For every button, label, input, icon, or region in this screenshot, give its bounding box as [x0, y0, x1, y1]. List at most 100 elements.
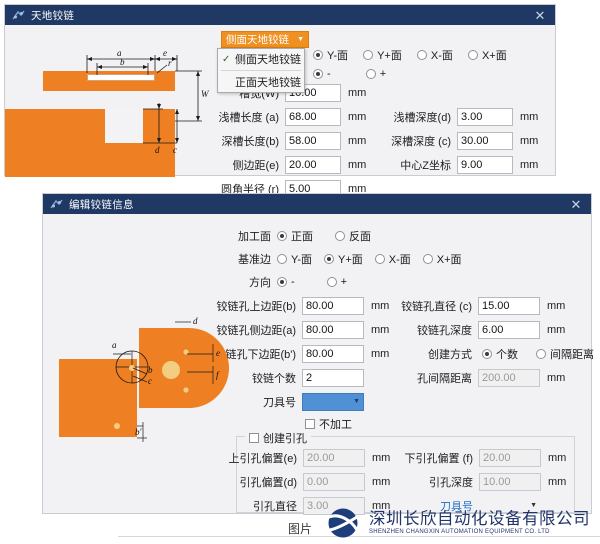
shallow-slot-depth-input[interactable] — [457, 108, 513, 126]
dialog2-body: 加工面 正面 反面 基准边 Y-面 Y+面 X-面 — [43, 214, 591, 513]
radio-datum-x-minus[interactable]: X-面 — [375, 251, 411, 267]
radio-y-plus[interactable]: Y+面 — [363, 47, 402, 63]
diagram-label-b: b — [120, 57, 125, 67]
side-margin-input[interactable] — [285, 156, 341, 174]
hinge-hole-top-margin-input[interactable] — [302, 297, 364, 315]
checkbox-box — [305, 419, 315, 429]
hinge-hole-side-margin-input[interactable] — [302, 321, 364, 339]
pilot-top-offset-input[interactable] — [303, 449, 365, 467]
dialog1-body: a e b r W d c Y-面 Y+面 X-面 X+面 — [5, 25, 555, 175]
deep-slot-length-input[interactable] — [285, 132, 341, 150]
radio-dot — [468, 50, 478, 60]
radio-direction-plus[interactable]: + — [366, 68, 386, 80]
pilot-hole-group-title: 创建引孔 — [245, 430, 311, 446]
field-hinge-hole-depth: 铰链孔深度 mm — [388, 320, 600, 339]
radio-dot — [423, 254, 433, 264]
radio-front-face[interactable]: 正面 — [277, 228, 313, 244]
diagram-dimension-lines — [5, 25, 217, 177]
radio-direction-minus[interactable]: - — [313, 68, 331, 80]
create-pilot-hole-checkbox[interactable]: 创建引孔 — [249, 430, 307, 446]
company-name-en: SHENZHEN CHANGXIN AUTOMATION EQUIPMENT C… — [369, 529, 590, 535]
direction-group: 方向 - + — [221, 272, 359, 291]
field-pilot-bottom-offset: 下引孔偏置 (f) mm — [389, 448, 566, 467]
field-pilot-depth: 引孔深度 mm — [389, 472, 566, 491]
radio-create-by-spacing[interactable]: 间隔距离 — [536, 346, 594, 362]
center-z-input[interactable] — [457, 156, 513, 174]
chevron-down-icon: ▼ — [353, 398, 360, 405]
hole-spacing-input[interactable] — [478, 369, 540, 387]
radio-dir-plus[interactable]: + — [327, 276, 347, 288]
radio-x-minus[interactable]: X-面 — [417, 47, 453, 63]
deep-slot-depth-input[interactable] — [457, 132, 513, 150]
radio-x-plus[interactable]: X+面 — [468, 47, 507, 63]
no-machining-checkbox[interactable]: 不加工 — [305, 416, 352, 432]
machining-face-group: 加工面 正面 反面 — [221, 226, 383, 245]
radio-dot — [327, 277, 337, 287]
radio-dot — [277, 254, 287, 264]
shallow-slot-length-input[interactable] — [285, 108, 341, 126]
dropdown-item-front-hinge[interactable]: 正面天地铰链 — [218, 72, 304, 92]
radio-dot — [313, 69, 323, 79]
diagram2-label-b: b — [148, 365, 153, 375]
pilot-bottom-offset-input[interactable] — [479, 449, 541, 467]
dialog1-titlebar[interactable]: 天地铰链 ✕ — [5, 5, 555, 25]
radio-datum-y-plus[interactable]: Y+面 — [324, 251, 363, 267]
radio-dot — [277, 277, 287, 287]
dialog1-title: 天地铰链 — [31, 8, 529, 23]
radio-dot — [482, 349, 492, 359]
hinge-icon — [50, 198, 63, 211]
diagram2-label-d: d — [193, 316, 198, 326]
hinge-hole-diameter-input[interactable] — [478, 297, 540, 315]
dialog2-title: 编辑铰链信息 — [69, 197, 565, 212]
hinge-hole-depth-input[interactable] — [478, 321, 540, 339]
diagram2-label-c: c — [148, 376, 152, 386]
pilot-hole-groupbox: 创建引孔 上引孔偏置(e) mm 引孔偏置(d) mm 引孔直径 mm — [236, 436, 575, 513]
dialog1-fields-right: 浅槽深度(d) mm 深槽深度 (c) mm 中心Z坐标 mm — [377, 107, 538, 179]
hinge-hole-bottom-margin-input[interactable] — [302, 345, 364, 363]
radio-dot — [335, 231, 345, 241]
diagram-label-e: e — [163, 48, 167, 58]
diagram2-label-a: a — [112, 340, 117, 350]
field-hole-spacing: 孔间隔距离 mm — [388, 368, 600, 387]
check-icon: ✓ — [222, 54, 235, 65]
dropdown-item-side-hinge[interactable]: ✓ 侧面天地铰链 — [218, 49, 304, 69]
radio-dot — [363, 50, 373, 60]
pilot-depth-input[interactable] — [479, 473, 541, 491]
diagram2-label-e: e — [216, 348, 220, 358]
dialog1-direction-radio-group: - + — [313, 68, 398, 82]
radio-datum-x-plus[interactable]: X+面 — [423, 251, 462, 267]
dialog-edit-hinge-info: 编辑铰链信息 ✕ 加工面 正面 反面 基准边 Y-面 Y+面 — [42, 193, 592, 514]
hinge-type-dropdown-button[interactable]: 侧面天地铰链 ▼ — [221, 31, 309, 48]
field-center-z: 中心Z坐标 mm — [377, 155, 538, 174]
radio-datum-y-minus[interactable]: Y-面 — [277, 251, 312, 267]
dialog-tiandi-hinge: 天地铰链 ✕ — [4, 4, 556, 176]
datum-edge-group: 基准边 Y-面 Y+面 X-面 X+面 — [221, 249, 474, 268]
radio-dot — [417, 50, 427, 60]
radio-dot — [375, 254, 385, 264]
diagram-label-d: d — [155, 145, 160, 155]
dialog2-diagram: a b c d e f b' — [51, 314, 233, 504]
tool-number-combobox[interactable]: ▼ — [302, 393, 364, 411]
image-tag-label: 图片 — [288, 520, 312, 537]
chevron-down-icon: ▼ — [297, 36, 304, 43]
hinge-count-input[interactable] — [302, 369, 364, 387]
close-icon[interactable]: ✕ — [565, 195, 587, 213]
dialog2-fields-right: 铰链孔直径 (c) mm 铰链孔深度 mm 创建方式 个数 间隔距离 — [388, 296, 600, 392]
diagram2-label-b-prime: b' — [135, 427, 141, 437]
field-deep-slot-length: 深槽长度(b) mm — [201, 131, 366, 150]
radio-dot — [277, 231, 287, 241]
diagram-label-c: c — [173, 145, 177, 155]
company-name-cn: 深圳长欣自动化设备有限公司 — [369, 511, 590, 528]
radio-create-by-count[interactable]: 个数 — [482, 346, 518, 362]
dialog2-titlebar[interactable]: 编辑铰链信息 ✕ — [43, 194, 591, 214]
radio-dot — [313, 50, 323, 60]
diagram-label-r: r — [168, 58, 172, 68]
radio-dir-minus[interactable]: - — [277, 276, 295, 288]
pilot-offset-input[interactable] — [303, 473, 365, 491]
dialog1-diagram: a e b r W d c — [5, 25, 217, 177]
field-side-margin: 侧边距(e) mm — [201, 155, 366, 174]
close-icon[interactable]: ✕ — [529, 6, 551, 24]
radio-back-face[interactable]: 反面 — [335, 228, 371, 244]
dropdown-separator — [221, 70, 301, 71]
radio-y-minus[interactable]: Y-面 — [313, 47, 348, 63]
